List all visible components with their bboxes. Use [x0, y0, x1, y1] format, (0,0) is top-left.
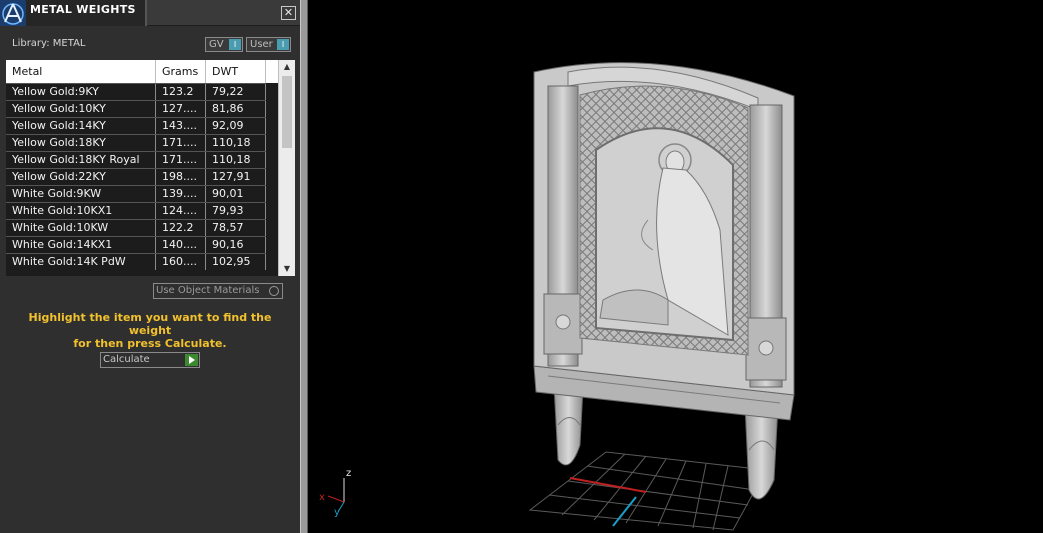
instruction-line-2: for then press Calculate. — [73, 337, 227, 350]
use-object-materials-option[interactable]: Use Object Materials — [153, 283, 283, 299]
panel-splitter[interactable] — [300, 0, 308, 533]
play-icon — [185, 354, 198, 366]
instruction-line-1: Highlight the item you want to find the … — [28, 311, 272, 337]
calculate-button[interactable]: Calculate — [100, 352, 200, 368]
column-header-dwt[interactable]: DWT — [206, 60, 266, 83]
dwt-cell: 90,16 — [206, 237, 266, 253]
dwt-cell: 79,93 — [206, 203, 266, 219]
library-label: Library: METAL — [12, 38, 86, 49]
grams-cell: 139.... — [156, 186, 206, 202]
metal-cell: White Gold:14K PdW — [6, 254, 156, 270]
scroll-down-icon[interactable]: ▼ — [279, 262, 295, 276]
scroll-up-icon[interactable]: ▲ — [279, 60, 295, 74]
instruction-text: Highlight the item you want to find the … — [10, 311, 290, 350]
dwt-cell: 90,01 — [206, 186, 266, 202]
panel-titlebar: METAL WEIGHTS ✕ — [0, 0, 300, 26]
grams-cell: 127.... — [156, 101, 206, 117]
dwt-cell: 102,95 — [206, 254, 266, 270]
table-empty-column — [266, 83, 278, 276]
table-row[interactable]: White Gold:14KX1 140.... 90,16 — [6, 236, 278, 253]
y-axis-line — [612, 496, 637, 527]
panel-title: METAL WEIGHTS — [30, 3, 136, 16]
dwt-cell: 127,91 — [206, 169, 266, 185]
radio-icon[interactable] — [269, 286, 279, 296]
grams-cell: 140.... — [156, 237, 206, 253]
grams-cell: 171.... — [156, 152, 206, 168]
calculate-label: Calculate — [103, 354, 150, 365]
gv-toggle-knob: I — [229, 39, 241, 50]
axis-label-x: x — [319, 492, 325, 503]
column-header-metal[interactable]: Metal — [6, 60, 156, 83]
app-window: METAL WEIGHTS ✕ Library: METAL GV I User… — [0, 0, 1043, 533]
metal-cell: Yellow Gold:18KY Royal — [6, 152, 156, 168]
metal-cell: White Gold:10KW — [6, 220, 156, 236]
close-button[interactable]: ✕ — [281, 6, 296, 20]
metal-cell: Yellow Gold:9KY — [6, 84, 156, 100]
table-row[interactable]: White Gold:10KW 122.2 78,57 — [6, 219, 278, 236]
gv-toggle-label: GV — [209, 39, 224, 50]
app-logo-icon — [0, 0, 26, 26]
user-toggle[interactable]: User I — [246, 37, 291, 52]
metal-cell: White Gold:10KX1 — [6, 203, 156, 219]
use-object-materials-label: Use Object Materials — [156, 285, 260, 296]
metal-cell: Yellow Gold:18KY — [6, 135, 156, 151]
dwt-cell: 79,22 — [206, 84, 266, 100]
grams-cell: 123.2 — [156, 84, 206, 100]
user-toggle-knob: I — [277, 39, 289, 50]
metal-table: Metal Grams DWT Yellow Gold:9KY 123.2 79,2… — [6, 60, 295, 276]
metal-cell: Yellow Gold:14KY — [6, 118, 156, 134]
axis-gizmo: z x y — [319, 468, 351, 518]
axis-label-y: y — [334, 507, 340, 518]
viewport-canvas: z x y — [319, 62, 795, 531]
grams-cell: 122.2 — [156, 220, 206, 236]
dwt-cell: 110,18 — [206, 135, 266, 151]
metal-weights-panel: METAL WEIGHTS ✕ Library: METAL GV I User… — [0, 0, 300, 533]
metal-cell: Yellow Gold:10KY — [6, 101, 156, 117]
dwt-cell: 92,09 — [206, 118, 266, 134]
metal-cell: Yellow Gold:22KY — [6, 169, 156, 185]
gv-toggle[interactable]: GV I — [205, 37, 243, 52]
dwt-cell: 81,86 — [206, 101, 266, 117]
jewelry-model — [533, 62, 795, 500]
scroll-thumb[interactable] — [282, 76, 292, 148]
table-row[interactable]: White Gold:9KW 139.... 90,01 — [6, 185, 278, 202]
table-row[interactable]: Yellow Gold:10KY 127.... 81,86 — [6, 100, 278, 117]
table-row[interactable]: Yellow Gold:18KY 171.... 110,18 — [6, 134, 278, 151]
grams-cell: 143.... — [156, 118, 206, 134]
table-row[interactable]: White Gold:14K PdW 160.... 102,95 — [6, 253, 278, 270]
grams-cell: 124.... — [156, 203, 206, 219]
dwt-cell: 110,18 — [206, 152, 266, 168]
table-body: Yellow Gold:9KY 123.2 79,22 Yellow Gold:10K… — [6, 83, 278, 270]
3d-viewport[interactable]: z x y — [308, 0, 1043, 533]
grams-cell: 160.... — [156, 254, 206, 270]
table-row[interactable]: Yellow Gold:22KY 198.... 127,91 — [6, 168, 278, 185]
metal-cell: White Gold:9KW — [6, 186, 156, 202]
user-toggle-label: User — [250, 39, 273, 50]
dwt-cell: 78,57 — [206, 220, 266, 236]
metal-cell: White Gold:14KX1 — [6, 237, 156, 253]
table-row[interactable]: Yellow Gold:14KY 143.... 92,09 — [6, 117, 278, 134]
table-row[interactable]: Yellow Gold:9KY 123.2 79,22 — [6, 83, 278, 100]
axis-label-z: z — [346, 468, 351, 479]
table-row[interactable]: Yellow Gold:18KY Royal 171.... 110,18 — [6, 151, 278, 168]
grams-cell: 171.... — [156, 135, 206, 151]
table-header: Metal Grams DWT — [6, 60, 278, 83]
table-row[interactable]: White Gold:10KX1 124.... 79,93 — [6, 202, 278, 219]
x-axis-line — [569, 477, 647, 493]
column-header-grams[interactable]: Grams — [156, 60, 206, 83]
table-scrollbar[interactable]: ▲ ▼ — [278, 60, 295, 276]
grams-cell: 198.... — [156, 169, 206, 185]
